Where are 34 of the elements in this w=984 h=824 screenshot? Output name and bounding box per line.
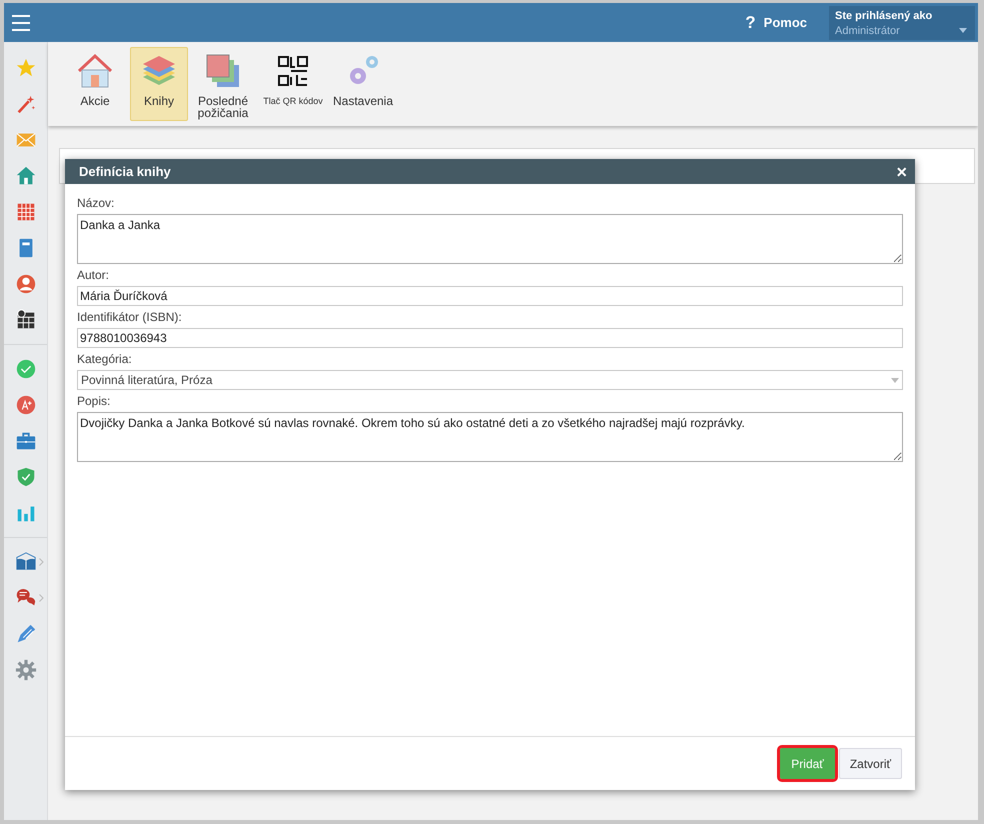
input-field[interactable]: 9788010036943 bbox=[77, 328, 903, 348]
dropdown[interactable]: Povinná literatúra, Próza bbox=[77, 370, 903, 390]
text-area[interactable]: Danka a Janka bbox=[77, 214, 903, 264]
schedule-icon[interactable] bbox=[14, 309, 36, 331]
caret-icon bbox=[959, 28, 967, 32]
toolbar-button[interactable]: Akcie bbox=[66, 47, 124, 121]
chevron-icon bbox=[39, 558, 44, 566]
help-link[interactable]: ? Pomoc bbox=[745, 12, 807, 32]
check-circle-icon[interactable] bbox=[14, 358, 36, 380]
house-icon[interactable] bbox=[14, 165, 36, 187]
field-label: Autor: bbox=[77, 268, 110, 282]
pen-icon[interactable] bbox=[14, 623, 36, 645]
toolbar-button[interactable]: Nastavenia bbox=[334, 47, 392, 121]
text-area[interactable]: Dvojičky Danka a Janka Botkové sú navlas rovnaké. Okrem toho sú ako ostatné deti a zo všetkého najradšej majú rozprávky. bbox=[77, 412, 903, 462]
field-label: Identifikátor (ISBN): bbox=[77, 310, 183, 324]
open-book-icon[interactable] bbox=[14, 551, 36, 573]
toolbar-button[interactable]: Knihy bbox=[130, 47, 188, 121]
star-icon[interactable] bbox=[14, 57, 36, 79]
toolbar-button[interactable]: Posledné požičania bbox=[194, 47, 252, 121]
chevron-icon bbox=[39, 594, 44, 602]
dialog-title: Definícia knihy bbox=[79, 164, 172, 179]
briefcase-icon[interactable] bbox=[14, 430, 36, 452]
field-label: Názov: bbox=[77, 196, 116, 210]
close-button[interactable]: Zatvoriť bbox=[838, 748, 902, 779]
field-label: Kategória: bbox=[77, 352, 133, 366]
grade-icon[interactable] bbox=[14, 394, 36, 416]
user-dropdown[interactable]: Ste prihlásený ako Administrátor bbox=[829, 6, 975, 40]
close-button[interactable]: × bbox=[896, 162, 907, 180]
person-icon[interactable] bbox=[14, 273, 36, 295]
toolbar-button[interactable]: Tlač QR kódov bbox=[258, 47, 328, 121]
field-label: Popis: bbox=[77, 394, 112, 408]
input-field[interactable]: Mária Ďuríčková bbox=[77, 286, 903, 306]
caret-icon bbox=[891, 378, 899, 382]
gear-icon[interactable] bbox=[14, 659, 36, 681]
